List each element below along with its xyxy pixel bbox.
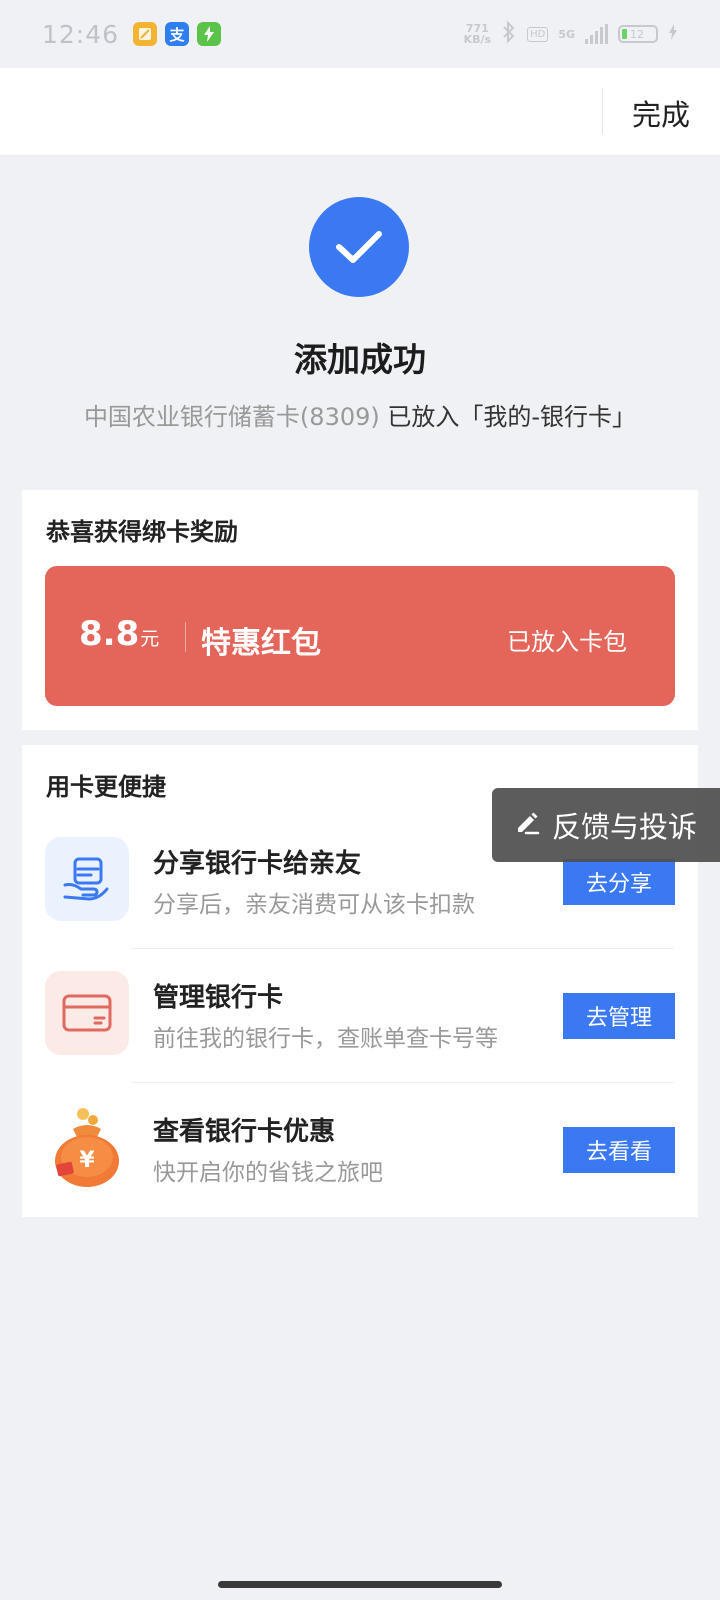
coupon-amount: 8.8元 <box>79 614 159 654</box>
list-item-offers: ¥ 查看银行卡优惠 快开启你的省钱之旅吧 去看看 <box>22 1083 698 1217</box>
net-speed-unit: KB/s <box>463 33 492 46</box>
go-view-button[interactable]: 去看看 <box>563 1127 675 1173</box>
status-indicators: 771 KB/s HD 5G 12 <box>464 20 678 48</box>
alipay-app-icon: 支 <box>165 22 190 46</box>
reward-card-title: 恭喜获得绑卡奖励 <box>46 518 238 546</box>
top-bar-divider <box>602 88 603 134</box>
offers-title: 查看银行卡优惠 <box>153 1117 336 1147</box>
go-manage-button[interactable]: 去管理 <box>563 993 675 1039</box>
reward-card: 恭喜获得绑卡奖励 8.8元 特惠红包 已放入卡包 <box>22 490 698 730</box>
feedback-button[interactable]: 反馈与投诉 <box>492 788 720 862</box>
manage-desc: 前往我的银行卡，查账单查卡号等 <box>153 1026 498 1052</box>
battery-icon: 12 <box>618 25 658 43</box>
manage-title: 管理银行卡 <box>153 983 284 1013</box>
coupon-divider <box>185 622 186 652</box>
charge-app-icon <box>197 22 222 46</box>
charging-icon <box>668 23 678 45</box>
bank-card-name: 中国农业银行储蓄卡(8309) <box>83 403 380 431</box>
battery-fill <box>622 29 627 39</box>
signal-icon <box>585 24 608 44</box>
notes-app-icon <box>133 22 158 46</box>
share-card-icon <box>45 837 129 921</box>
share-title: 分享银行卡给亲友 <box>153 849 362 879</box>
success-title: 添加成功 <box>294 340 426 379</box>
quick-actions-title: 用卡更便捷 <box>46 773 166 801</box>
red-packet-coupon[interactable]: 8.8元 特惠红包 已放入卡包 <box>45 566 675 706</box>
coupon-status: 已放入卡包 <box>507 628 627 656</box>
list-item-manage: 管理银行卡 前往我的银行卡，查账单查卡号等 去管理 <box>22 949 698 1083</box>
top-bar: 完成 <box>0 68 720 156</box>
edit-pen-icon <box>514 810 540 840</box>
hd-badge: HD <box>527 26 549 42</box>
bluetooth-icon <box>501 20 517 48</box>
go-share-button[interactable]: 去分享 <box>563 859 675 905</box>
placed-location-text: 已放入「我的-银行卡」 <box>387 403 637 431</box>
success-subtitle: 中国农业银行储蓄卡(8309) 已放入「我的-银行卡」 <box>0 397 720 432</box>
coupon-amount-value: 8.8 <box>79 614 140 654</box>
home-indicator[interactable] <box>218 1581 502 1588</box>
bank-card-icon <box>45 971 129 1055</box>
done-button[interactable]: 完成 <box>632 92 690 134</box>
network-type: 5G <box>558 27 575 41</box>
coupon-name: 特惠红包 <box>201 626 321 661</box>
success-check-icon <box>309 197 409 297</box>
status-app-icons: 支 <box>133 22 222 46</box>
offers-desc: 快开启你的省钱之旅吧 <box>153 1160 383 1186</box>
feedback-label: 反馈与投诉 <box>552 810 698 844</box>
svg-text:¥: ¥ <box>79 1148 95 1173</box>
coupon-amount-unit: 元 <box>140 628 160 650</box>
status-bar: 12:46 支 771 KB/s HD 5G 12 <box>0 0 720 68</box>
battery-level: 12 <box>630 27 644 41</box>
money-bag-icon: ¥ <box>45 1105 129 1189</box>
status-time: 12:46 <box>42 19 120 49</box>
net-speed: 771 KB/s <box>464 23 491 45</box>
share-desc: 分享后，亲友消费可从该卡扣款 <box>153 892 475 918</box>
